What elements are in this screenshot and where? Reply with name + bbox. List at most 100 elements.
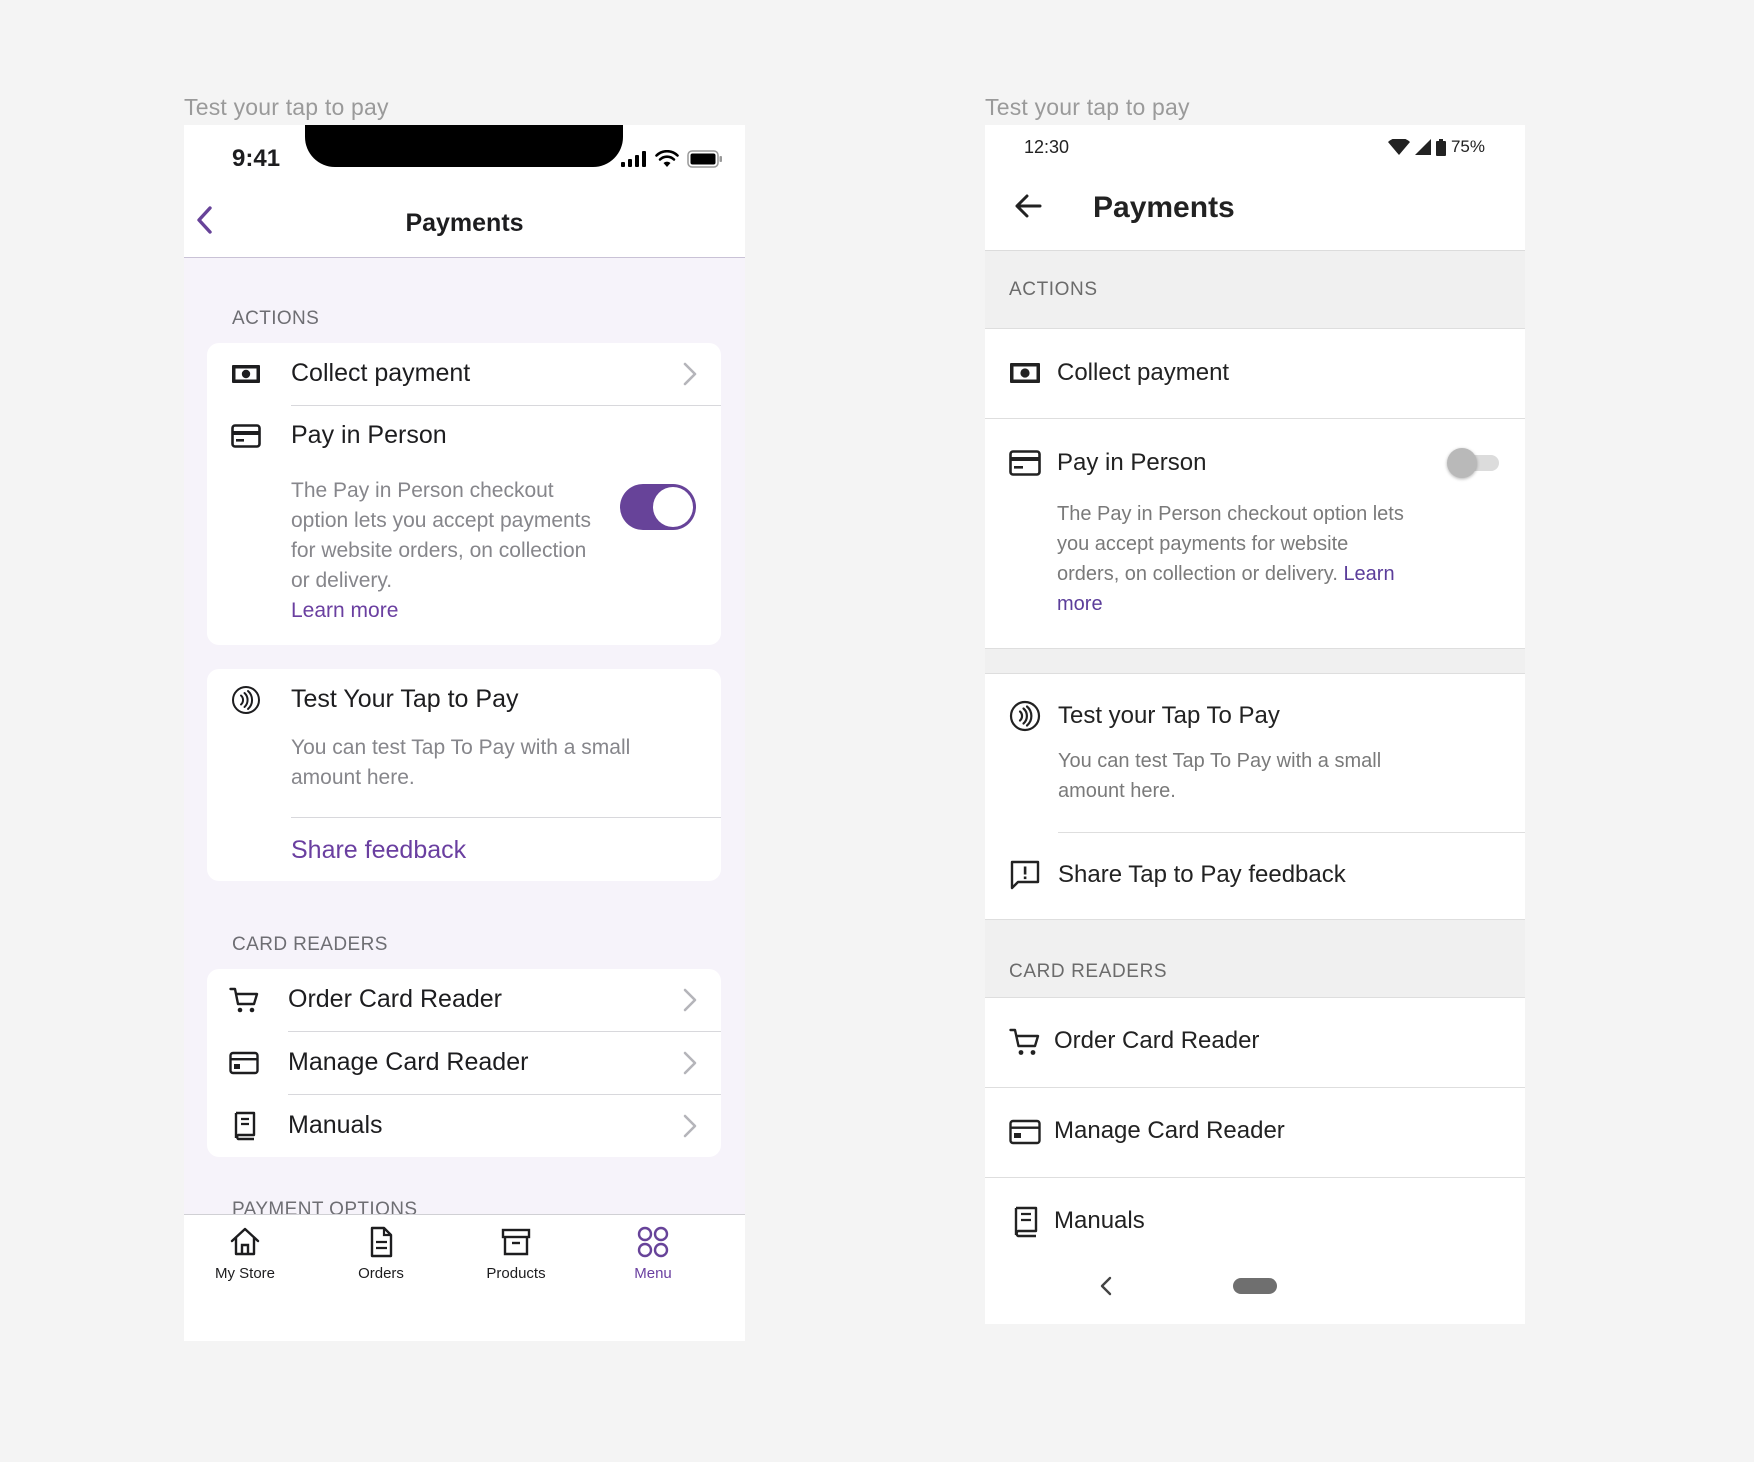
manage-card-reader-row[interactable]: Manage Card Reader xyxy=(985,1088,1525,1177)
chevron-right-icon xyxy=(683,362,697,386)
card-icon xyxy=(231,424,261,448)
collect-payment-row[interactable]: Collect payment xyxy=(207,343,721,405)
card-readers-card: Order Card Reader Manage Card Reader Man… xyxy=(207,969,721,1157)
actions-card: Collect payment Pay in Person The Pay in… xyxy=(207,343,721,645)
pay-in-person-label: Pay in Person xyxy=(1057,449,1207,476)
pay-in-person-label: Pay in Person xyxy=(291,421,447,449)
tap-to-pay-label: Test Your Tap to Pay xyxy=(291,685,519,713)
signal-icon xyxy=(1414,139,1431,155)
document-icon xyxy=(370,1226,393,1258)
battery-icon xyxy=(1435,138,1446,156)
order-card-reader-row[interactable]: Order Card Reader xyxy=(207,969,721,1031)
cart-icon xyxy=(1009,1028,1040,1055)
toggle-knob xyxy=(653,487,693,527)
order-card-reader-label: Order Card Reader xyxy=(288,985,502,1013)
section-label-actions: ACTIONS xyxy=(1009,279,1098,300)
nav-home-pill[interactable] xyxy=(1233,1278,1277,1294)
cart-icon xyxy=(229,987,259,1013)
feedback-icon xyxy=(1010,860,1040,890)
page-title: Payments xyxy=(405,209,524,237)
pay-in-person-toggle[interactable] xyxy=(620,484,696,530)
home-icon xyxy=(230,1227,260,1256)
pay-in-person-row: Pay in Person The Pay in Person checkout… xyxy=(985,419,1525,649)
tap-to-pay-card: Test Your Tap to Pay You can test Tap To… xyxy=(207,669,721,881)
pay-in-person-description: The Pay in Person checkout option lets y… xyxy=(291,476,591,626)
card-reader-icon xyxy=(1009,1119,1041,1145)
system-navigation-bar xyxy=(985,1254,1525,1324)
toggle-thumb xyxy=(1447,448,1477,478)
collect-payment-label: Collect payment xyxy=(1057,359,1230,386)
collect-payment-label: Collect payment xyxy=(291,359,471,387)
tab-bar: My Store Orders Products Menu xyxy=(184,1214,745,1341)
section-label-actions: ACTIONS xyxy=(232,308,320,329)
nav-back-icon[interactable] xyxy=(1096,1272,1116,1300)
tab-products[interactable]: Products xyxy=(456,1225,576,1282)
tap-to-pay-row[interactable]: Test Your Tap to Pay xyxy=(207,669,721,731)
status-time: 12:30 xyxy=(1024,137,1070,157)
tab-orders-label: Orders xyxy=(358,1265,404,1282)
battery-icon xyxy=(687,150,722,168)
manuals-row[interactable]: Manuals xyxy=(207,1095,721,1157)
manage-card-reader-row[interactable]: Manage Card Reader xyxy=(207,1032,721,1094)
contactless-icon xyxy=(1009,700,1041,732)
android-header: 12:30 75% Payments xyxy=(985,125,1525,251)
tab-my-store-label: My Store xyxy=(214,1265,275,1282)
pay-in-person-description-text: The Pay in Person checkout option lets y… xyxy=(291,479,592,592)
pay-in-person-row: Pay in Person xyxy=(207,405,721,467)
share-feedback-row[interactable]: Share Tap to Pay feedback xyxy=(985,833,1525,921)
tap-to-pay-description: You can test Tap To Pay with a small amo… xyxy=(1058,750,1382,802)
back-arrow-icon[interactable] xyxy=(1013,191,1043,221)
chevron-right-icon xyxy=(683,1114,697,1138)
tab-menu[interactable]: Menu xyxy=(593,1225,713,1282)
tap-to-pay-row[interactable]: Test your Tap To Pay You can test Tap To… xyxy=(985,674,1525,834)
grid-icon xyxy=(637,1226,669,1258)
tab-orders[interactable]: Orders xyxy=(321,1225,441,1282)
tab-my-store[interactable]: My Store xyxy=(185,1225,305,1282)
cash-icon xyxy=(1010,363,1040,383)
cash-icon xyxy=(232,365,260,383)
pay-in-person-toggle[interactable] xyxy=(1447,447,1501,478)
status-time: 9:41 xyxy=(232,145,281,172)
book-icon xyxy=(234,1111,256,1141)
status-icons xyxy=(621,149,723,169)
book-icon xyxy=(1014,1206,1038,1238)
actions-block: Collect payment Pay in Person The Pay in… xyxy=(985,328,1525,649)
tap-to-pay-label: Test your Tap To Pay xyxy=(1058,702,1280,729)
section-label-card-readers: CARD READERS xyxy=(232,934,388,955)
learn-more-link[interactable]: Learn more xyxy=(291,599,398,622)
contactless-icon xyxy=(232,686,260,714)
manage-card-reader-label: Manage Card Reader xyxy=(288,1048,529,1076)
signal-icon xyxy=(621,151,646,167)
pay-in-person-description: The Pay in Person checkout option lets y… xyxy=(1057,499,1407,619)
card-icon xyxy=(1009,450,1041,476)
archive-icon xyxy=(501,1228,531,1256)
tab-menu-label: Menu xyxy=(634,1265,672,1282)
android-phone-screen: 12:30 75% Payments ACTIONS Collect payme… xyxy=(985,125,1525,1324)
page-title: Payments xyxy=(1093,191,1235,224)
share-feedback-label: Share Tap to Pay feedback xyxy=(1058,861,1346,888)
row-divider xyxy=(291,817,721,818)
manage-card-reader-label: Manage Card Reader xyxy=(1054,1117,1285,1144)
tab-products-label: Products xyxy=(486,1265,546,1282)
ios-phone-screen: 9:41 Payments ACTIONS Collect payment Pa… xyxy=(184,125,745,1341)
tap-to-pay-block: Test your Tap To Pay You can test Tap To… xyxy=(985,673,1525,920)
chevron-right-icon xyxy=(683,1051,697,1075)
share-feedback-link[interactable]: Share feedback xyxy=(291,835,466,865)
battery-percent: 75% xyxy=(1450,137,1485,156)
ios-header: 9:41 Payments xyxy=(184,125,745,258)
chevron-right-icon xyxy=(683,988,697,1012)
manuals-label: Manuals xyxy=(288,1111,383,1139)
collect-payment-row[interactable]: Collect payment xyxy=(985,329,1525,418)
wifi-icon xyxy=(655,150,679,167)
order-card-reader-row[interactable]: Order Card Reader xyxy=(985,998,1525,1087)
ios-notch xyxy=(305,125,623,167)
card-reader-icon xyxy=(229,1051,259,1075)
manuals-label: Manuals xyxy=(1054,1207,1145,1234)
tap-to-pay-description: You can test Tap To Pay with a small amo… xyxy=(291,736,631,789)
wifi-icon xyxy=(1387,139,1410,155)
status-icons: 75% xyxy=(1387,137,1485,157)
frame-caption-android: Test your tap to pay xyxy=(985,94,1190,120)
section-label-card-readers: CARD READERS xyxy=(1009,961,1168,982)
frame-caption-ios: Test your tap to pay xyxy=(184,94,389,120)
order-card-reader-label: Order Card Reader xyxy=(1054,1027,1260,1054)
